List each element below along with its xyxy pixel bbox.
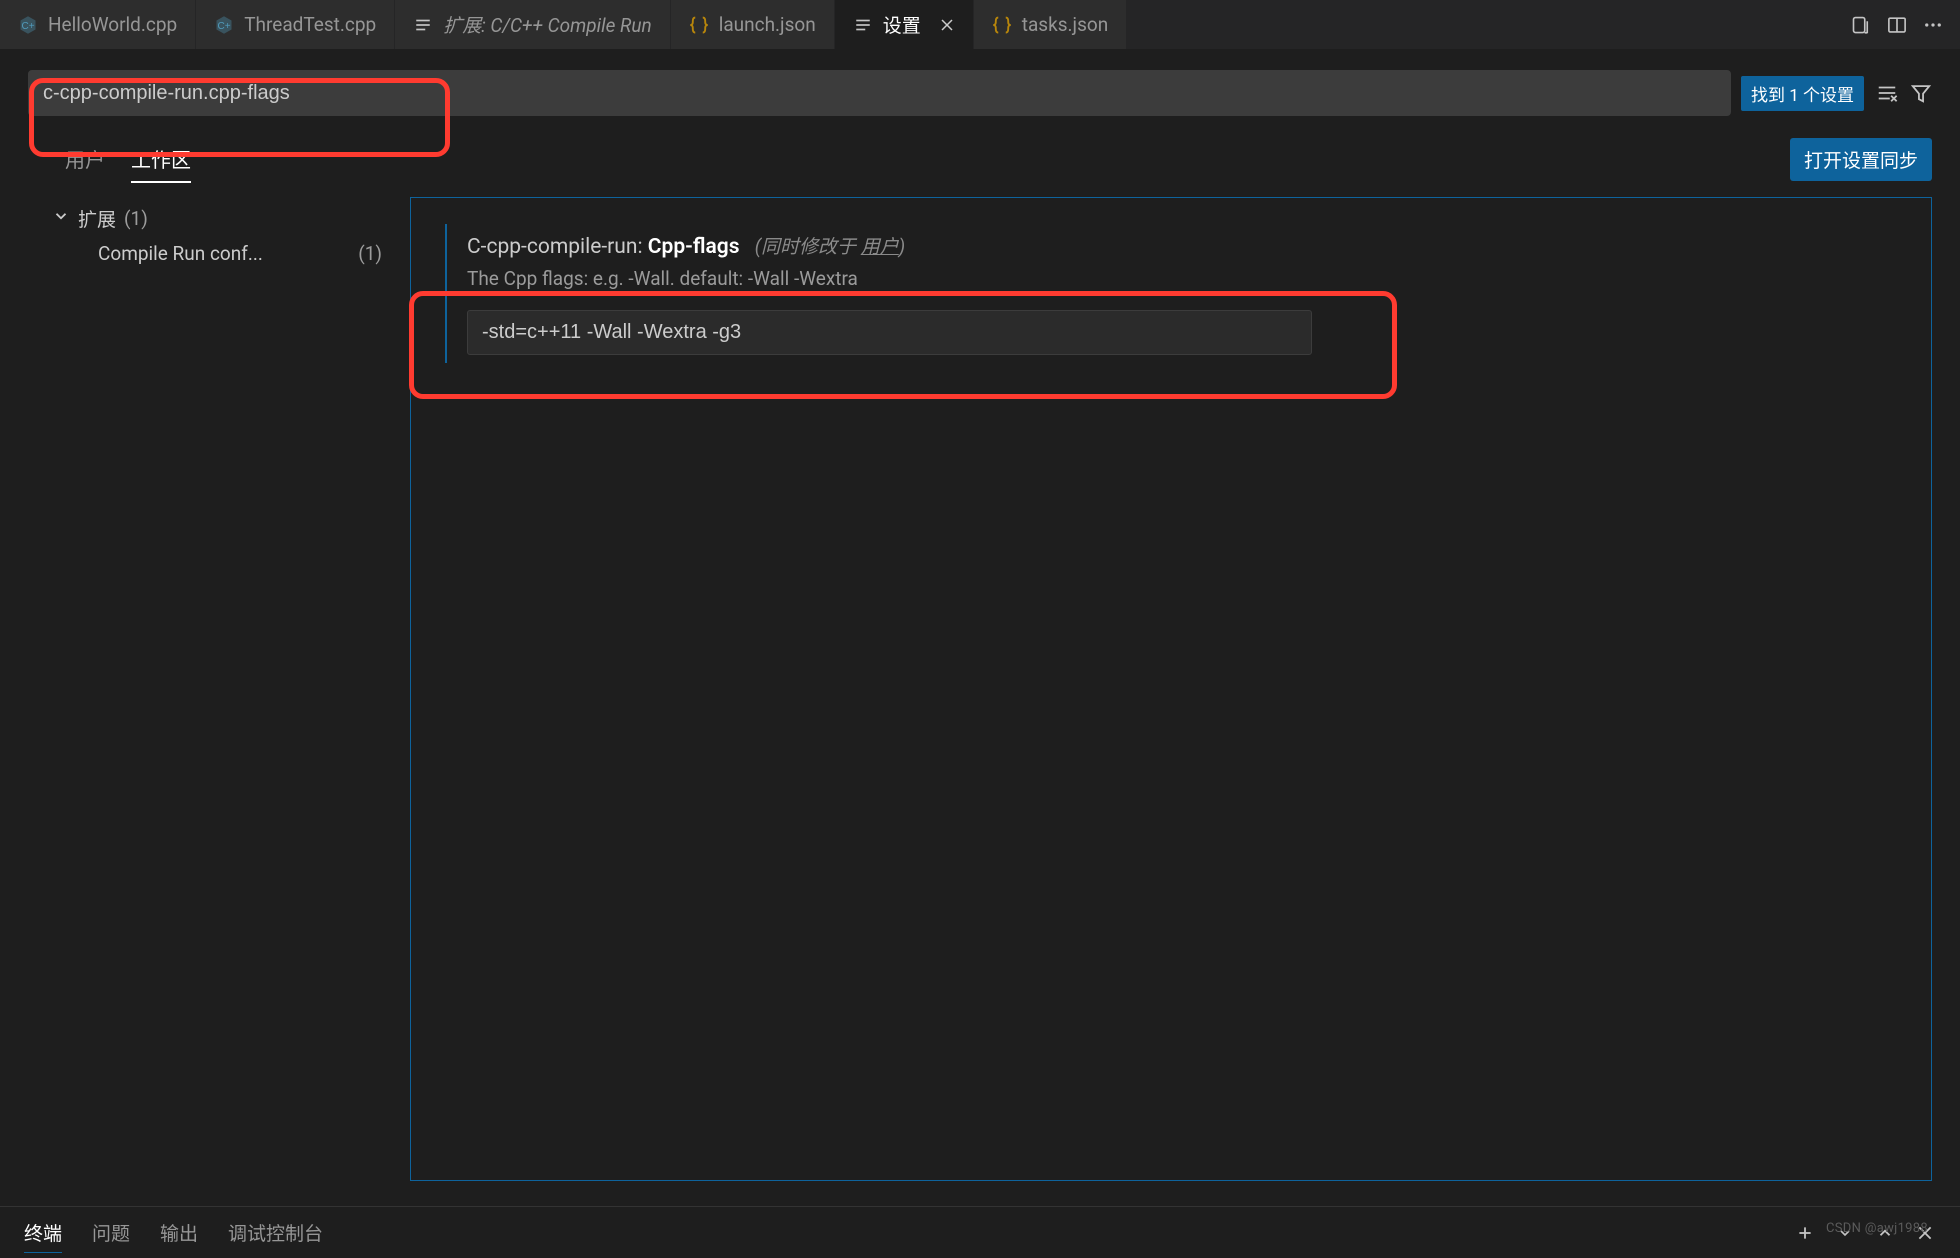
open-settings-sync-button[interactable]: 打开设置同步 [1790,138,1932,181]
tab-label: launch.json [719,13,816,36]
settings-toc: 扩展 (1) Compile Run conf... (1) [0,183,410,1195]
open-changes-icon[interactable] [1850,14,1872,36]
setting-modified-note: (同时修改于 用户) [755,235,905,258]
setting-value-input[interactable] [467,310,1312,355]
svg-text:C+: C+ [218,20,231,31]
tab-label: 设置 [883,11,921,38]
clear-search-icon[interactable] [1876,82,1898,104]
list-icon [413,15,433,35]
panel-actions [1794,1222,1936,1244]
filter-icon[interactable] [1910,82,1932,104]
bottom-panel-tabs: 终端 问题 输出 调试控制台 [24,1213,323,1253]
settings-search-wrap [28,70,1731,116]
tab-label: HelloWorld.cpp [48,13,177,36]
setting-subkey: Cpp-flags [648,235,740,259]
panel-tab-debug-console[interactable]: 调试控制台 [228,1213,323,1253]
tab-settings[interactable]: 设置 [835,0,974,49]
new-terminal-icon[interactable] [1794,1222,1816,1244]
tab-extension[interactable]: 扩展: C/C++ Compile Run [395,0,671,49]
setting-note-link[interactable]: 用户 [861,235,899,258]
svg-text:C+: C+ [21,20,34,31]
json-icon [992,15,1012,35]
found-count-badge: 找到 1 个设置 [1741,76,1864,111]
settings-scope-tabs: 用户 工作区 [65,136,191,183]
bottom-panel: 终端 问题 输出 调试控制台 [0,1206,1960,1258]
panel-tab-output[interactable]: 输出 [160,1213,198,1253]
panel-tab-problems[interactable]: 问题 [92,1213,130,1253]
list-icon [853,15,873,35]
scope-tab-workspace[interactable]: 工作区 [131,136,191,183]
close-icon[interactable] [939,17,955,33]
setting-note-prefix: (同时修改于 [755,235,861,258]
setting-title: C-cpp-compile-run: Cpp-flags (同时修改于 用户) [467,232,1877,259]
split-editor-icon[interactable] [1886,14,1908,36]
chevron-down-icon [52,207,70,230]
toc-item-count: (1) [358,242,382,265]
maximize-panel-icon[interactable] [1874,1222,1896,1244]
settings-search-row: 找到 1 个设置 [0,50,1960,128]
tab-bar: C+ HelloWorld.cpp C+ ThreadTest.cpp 扩展: … [0,0,1960,50]
setting-key: C-cpp-compile-run: [467,235,643,259]
terminal-dropdown-icon[interactable] [1834,1222,1856,1244]
setting-input-wrap [467,310,1877,355]
tab-label: tasks.json [1022,13,1108,36]
toc-item-compile-run[interactable]: Compile Run conf... (1) [52,232,382,265]
json-icon [689,15,709,35]
tab-threadtest[interactable]: C+ ThreadTest.cpp [196,0,395,49]
setting-cpp-flags: C-cpp-compile-run: Cpp-flags (同时修改于 用户) … [445,224,1897,363]
settings-main-row: 扩展 (1) Compile Run conf... (1) C-cpp-com… [0,183,1960,1195]
setting-description: The Cpp flags: e.g. -Wall. default: -Wal… [467,267,1877,290]
settings-scope-row: 用户 工作区 打开设置同步 [0,128,1960,183]
toc-group-count: (1) [124,207,148,230]
tab-tasks-json[interactable]: tasks.json [974,0,1127,49]
close-panel-icon[interactable] [1914,1222,1936,1244]
scope-tab-user[interactable]: 用户 [65,136,105,183]
tab-label: ThreadTest.cpp [244,13,376,36]
panel-tab-terminal[interactable]: 终端 [24,1213,62,1253]
toc-group-label: 扩展 [78,205,116,232]
search-right: 找到 1 个设置 [1741,76,1932,111]
setting-note-suffix: ) [899,235,905,258]
tab-actions [1834,14,1960,36]
cpp-icon: C+ [18,15,38,35]
settings-results-panel: C-cpp-compile-run: Cpp-flags (同时修改于 用户) … [410,197,1932,1181]
tab-helloworld[interactable]: C+ HelloWorld.cpp [0,0,196,49]
more-icon[interactable] [1922,14,1944,36]
toc-group-extensions[interactable]: 扩展 (1) [52,205,396,232]
toc-item-label: Compile Run conf... [98,242,263,265]
tab-launch-json[interactable]: launch.json [671,0,835,49]
tab-label: 扩展: C/C++ Compile Run [443,11,652,38]
cpp-icon: C+ [214,15,234,35]
settings-search-input[interactable] [43,82,1716,105]
